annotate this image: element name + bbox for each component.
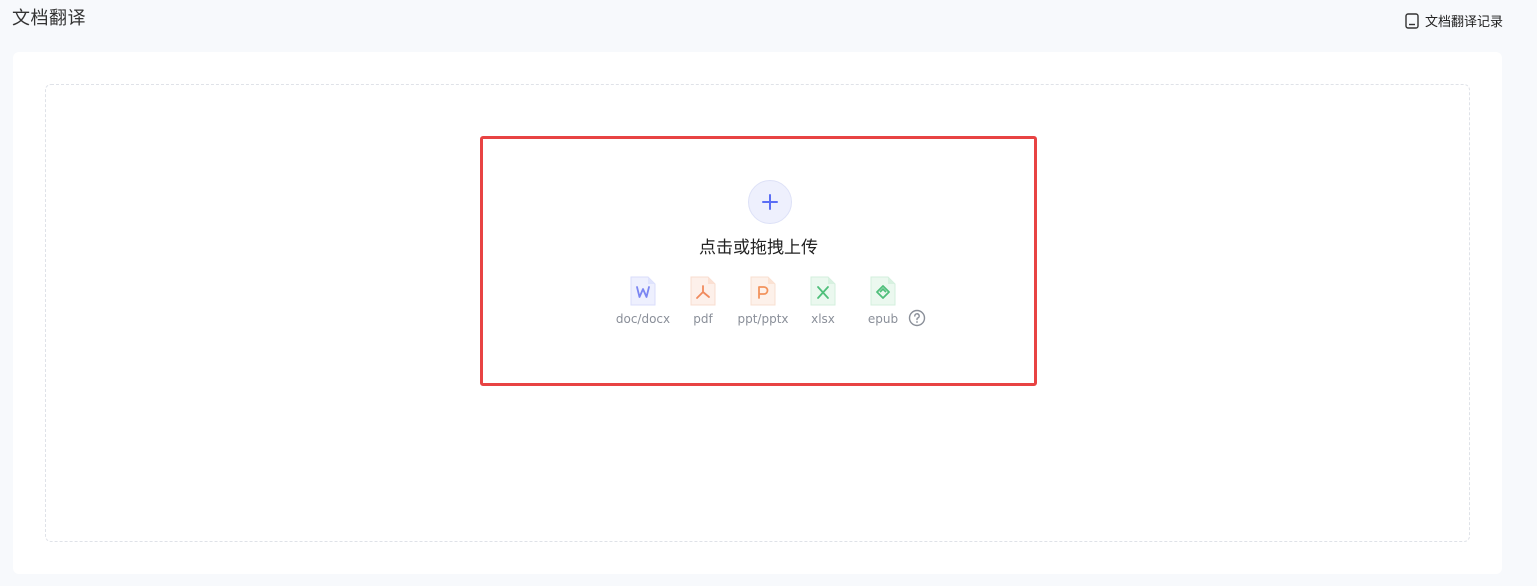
word-file-icon: [630, 276, 656, 306]
epub-file-icon: [870, 276, 896, 306]
plus-icon: [762, 194, 778, 210]
pdf-file-icon: [690, 276, 716, 306]
file-type-list: doc/docx pdf ppt/pptx xlsx epub: [613, 275, 933, 335]
file-type-label: xlsx: [811, 312, 835, 326]
file-type-label: doc/docx: [615, 312, 671, 326]
file-type-ppt: ppt/pptx: [733, 275, 793, 326]
file-type-doc: doc/docx: [613, 275, 673, 326]
upload-prompt: 点击或拖拽上传: [699, 238, 818, 258]
upload-button[interactable]: [748, 180, 792, 224]
file-type-label: epub: [867, 312, 899, 326]
file-type-label: pdf: [693, 312, 713, 326]
page-title: 文档翻译: [12, 8, 86, 29]
main-card: 点击或拖拽上传 doc/docx pdf ppt/pptx xlsx epub: [13, 52, 1502, 574]
file-type-xlsx: xlsx: [793, 275, 853, 326]
document-record-icon: [1405, 12, 1419, 29]
dropzone[interactable]: 点击或拖拽上传 doc/docx pdf ppt/pptx xlsx epub: [45, 84, 1470, 542]
ppt-file-icon: [750, 276, 776, 306]
history-link-label: 文档翻译记录: [1424, 15, 1503, 30]
file-type-label: ppt/pptx: [737, 312, 789, 326]
upload-area[interactable]: 点击或拖拽上传 doc/docx pdf ppt/pptx xlsx epub: [480, 136, 1037, 386]
file-type-epub: epub: [853, 275, 913, 326]
history-link[interactable]: 文档翻译记录: [1405, 11, 1503, 30]
question-circle-icon[interactable]: [908, 309, 926, 327]
excel-file-icon: [810, 276, 836, 306]
file-type-pdf: pdf: [673, 275, 733, 326]
